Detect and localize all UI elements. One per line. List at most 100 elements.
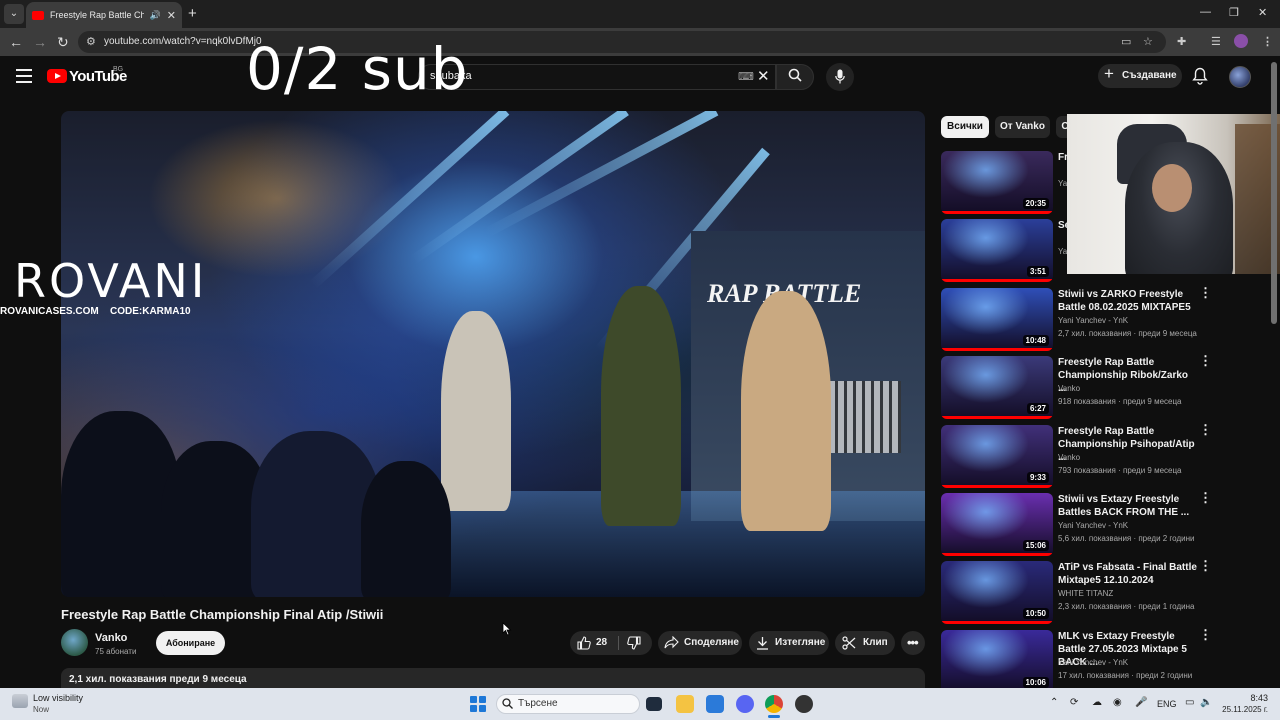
obs-icon[interactable] — [795, 695, 813, 713]
recommendation-channel[interactable]: Vanko — [1058, 453, 1080, 462]
clear-search-icon[interactable]: ✕ — [757, 67, 770, 85]
recommendation-channel[interactable]: Yani Yanchev - YnK — [1058, 316, 1128, 325]
recommendation-item[interactable]: 10:06 MLK vs Extazy Freestyle Battle 27.0… — [941, 628, 1213, 694]
recommendation-item[interactable]: 10:50 ATiP vs Fabsata - Final Battle Mixt… — [941, 559, 1213, 625]
view-stats: 2,1 хил. показвания преди 9 месеца — [69, 674, 247, 685]
minimize-icon[interactable]: — — [1200, 6, 1211, 18]
qr-code — [829, 381, 901, 453]
plus-icon: + — [1104, 64, 1114, 83]
download-label: Изтегляне — [775, 637, 826, 648]
bookmark-star-icon[interactable]: ☆ — [1143, 35, 1153, 48]
video-thumbnail[interactable]: 10:48 — [941, 288, 1053, 351]
hamburger-menu-icon[interactable] — [16, 69, 32, 83]
more-vertical-icon[interactable]: ⋮ — [1199, 559, 1212, 572]
discord-icon[interactable] — [736, 695, 754, 713]
network-icon[interactable]: ◉ — [1113, 697, 1122, 708]
watch-progress-bar — [941, 621, 1053, 624]
show-hidden-icons-icon[interactable]: ⌃ — [1050, 697, 1058, 708]
new-tab-button[interactable]: + — [188, 5, 197, 22]
thumbs-down-icon[interactable] — [627, 636, 641, 650]
reload-icon[interactable]: ↻ — [57, 34, 69, 51]
page-scrollbar[interactable] — [1271, 62, 1277, 324]
weather-subtitle: Now — [33, 705, 50, 714]
back-icon[interactable]: ← — [9, 34, 23, 50]
display-icon[interactable]: ▭ — [1185, 697, 1194, 708]
video-title: Freestyle Rap Battle Championship Final … — [61, 607, 384, 622]
reading-list-icon[interactable]: ☰ — [1211, 35, 1221, 48]
speaker-icon[interactable]: 🔊 — [150, 10, 161, 21]
clock-date[interactable]: 25.11.2025 г. — [1222, 705, 1268, 714]
keyboard-icon[interactable]: ⌨ — [738, 70, 754, 83]
youtube-favicon-icon — [32, 10, 44, 20]
browser-tab[interactable]: Freestyle Rap Battle Champ 🔊 ✕ — [26, 2, 182, 28]
more-vertical-icon[interactable]: ⋮ — [1199, 491, 1212, 504]
browser-menu-icon[interactable]: ⋮ — [1262, 35, 1273, 48]
audience — [361, 461, 451, 597]
microsoft-store-icon[interactable] — [706, 695, 724, 713]
recommendation-title[interactable]: Stiwii vs Extazy Freestyle Battles BACK … — [1058, 493, 1198, 519]
more-vertical-icon[interactable]: ⋮ — [1199, 354, 1212, 367]
windows-start-icon[interactable] — [470, 696, 486, 712]
extensions-icon[interactable]: ✚ — [1177, 35, 1186, 48]
stream-sub-counter: 0/2 sub — [246, 35, 469, 103]
recommendation-item[interactable]: 6:27 Freestyle Rap Battle Championship Ri… — [941, 354, 1213, 420]
task-view-icon[interactable] — [646, 697, 662, 711]
video-thumbnail[interactable]: 6:27 — [941, 356, 1053, 419]
notifications-bell-icon[interactable] — [1192, 67, 1208, 85]
watch-progress-bar — [941, 211, 1053, 214]
more-vertical-icon[interactable]: ⋮ — [1199, 423, 1212, 436]
chrome-icon[interactable] — [765, 695, 783, 713]
url-text[interactable]: youtube.com/watch?v=nqk0lvDfMj0 — [104, 36, 262, 47]
tab-search-button[interactable]: ⌄ — [4, 4, 24, 24]
input-language[interactable]: ENG — [1157, 699, 1177, 709]
microphone-tray-icon[interactable]: 🎤 — [1135, 697, 1147, 708]
clock-time[interactable]: 8:43 — [1248, 693, 1268, 703]
youtube-logo-icon[interactable] — [47, 69, 67, 83]
more-vertical-icon[interactable]: ⋮ — [1199, 286, 1212, 299]
search-icon — [502, 698, 513, 709]
video-thumbnail[interactable]: 15:06 — [941, 493, 1053, 556]
subscribe-button[interactable]: Абониране — [156, 631, 225, 655]
recommendation-channel[interactable]: Yani Yanchev - YnK — [1058, 521, 1128, 530]
video-thumbnail[interactable]: 10:06 — [941, 630, 1053, 693]
close-window-icon[interactable]: ✕ — [1258, 6, 1267, 19]
restore-icon[interactable]: ❐ — [1229, 6, 1239, 19]
sponsor-code: CODE:KARMA10 — [110, 306, 191, 317]
video-duration: 10:48 — [1022, 335, 1049, 346]
clip-label: Клип — [863, 637, 888, 648]
watch-progress-bar — [941, 279, 1053, 282]
cast-icon[interactable]: ▭ — [1121, 35, 1131, 48]
recommendation-channel[interactable]: Yani Yanchev - YnK — [1058, 658, 1128, 667]
tray-app-icon[interactable]: ☁ — [1092, 697, 1102, 708]
recommendation-channel[interactable]: Vanko — [1058, 384, 1080, 393]
weather-fog-icon[interactable] — [12, 694, 28, 708]
recommendation-title[interactable]: ATiP vs Fabsata - Final Battle Mixtape5 … — [1058, 561, 1198, 587]
video-thumbnail[interactable]: 10:50 — [941, 561, 1053, 624]
recommendation-item[interactable]: 15:06 Stiwii vs Extazy Freestyle Battles … — [941, 491, 1213, 557]
mouse-cursor-icon — [502, 622, 512, 636]
channel-name[interactable]: Vanko — [95, 632, 127, 644]
video-thumbnail[interactable]: 3:51 — [941, 219, 1053, 282]
file-explorer-icon[interactable] — [676, 695, 694, 713]
profile-avatar[interactable] — [1234, 34, 1248, 48]
weather-title[interactable]: Low visibility — [33, 693, 83, 703]
site-info-icon[interactable]: ⚙ — [86, 35, 96, 48]
video-thumbnail[interactable]: 9:33 — [941, 425, 1053, 488]
more-vertical-icon[interactable]: ⋮ — [1199, 628, 1212, 641]
video-thumbnail[interactable]: 20:35 — [941, 151, 1053, 214]
recommendation-item[interactable]: 10:48 Stiwii vs ZARKO Freestyle Battle 08… — [941, 286, 1213, 352]
volume-icon[interactable]: 🔈 — [1200, 697, 1212, 708]
chip-all[interactable]: Всички — [941, 116, 989, 138]
recommendation-channel[interactable]: WHITE TITANZ — [1058, 589, 1113, 598]
video-player[interactable]: RAP BATTLE — [61, 111, 925, 597]
recommendation-title[interactable]: Stiwii vs ZARKO Freestyle Battle 08.02.2… — [1058, 288, 1198, 314]
chip-from-vanko[interactable]: От Vanko — [995, 116, 1050, 138]
account-avatar[interactable] — [1229, 66, 1251, 88]
sync-icon[interactable]: ⟳ — [1070, 697, 1078, 708]
forward-icon[interactable]: → — [33, 34, 47, 50]
like-divider — [618, 636, 619, 650]
channel-avatar[interactable] — [61, 629, 88, 656]
search-icon — [788, 68, 802, 82]
close-tab-icon[interactable]: ✕ — [167, 9, 176, 22]
recommendation-item[interactable]: 9:33 Freestyle Rap Battle Championship Ps… — [941, 423, 1213, 489]
